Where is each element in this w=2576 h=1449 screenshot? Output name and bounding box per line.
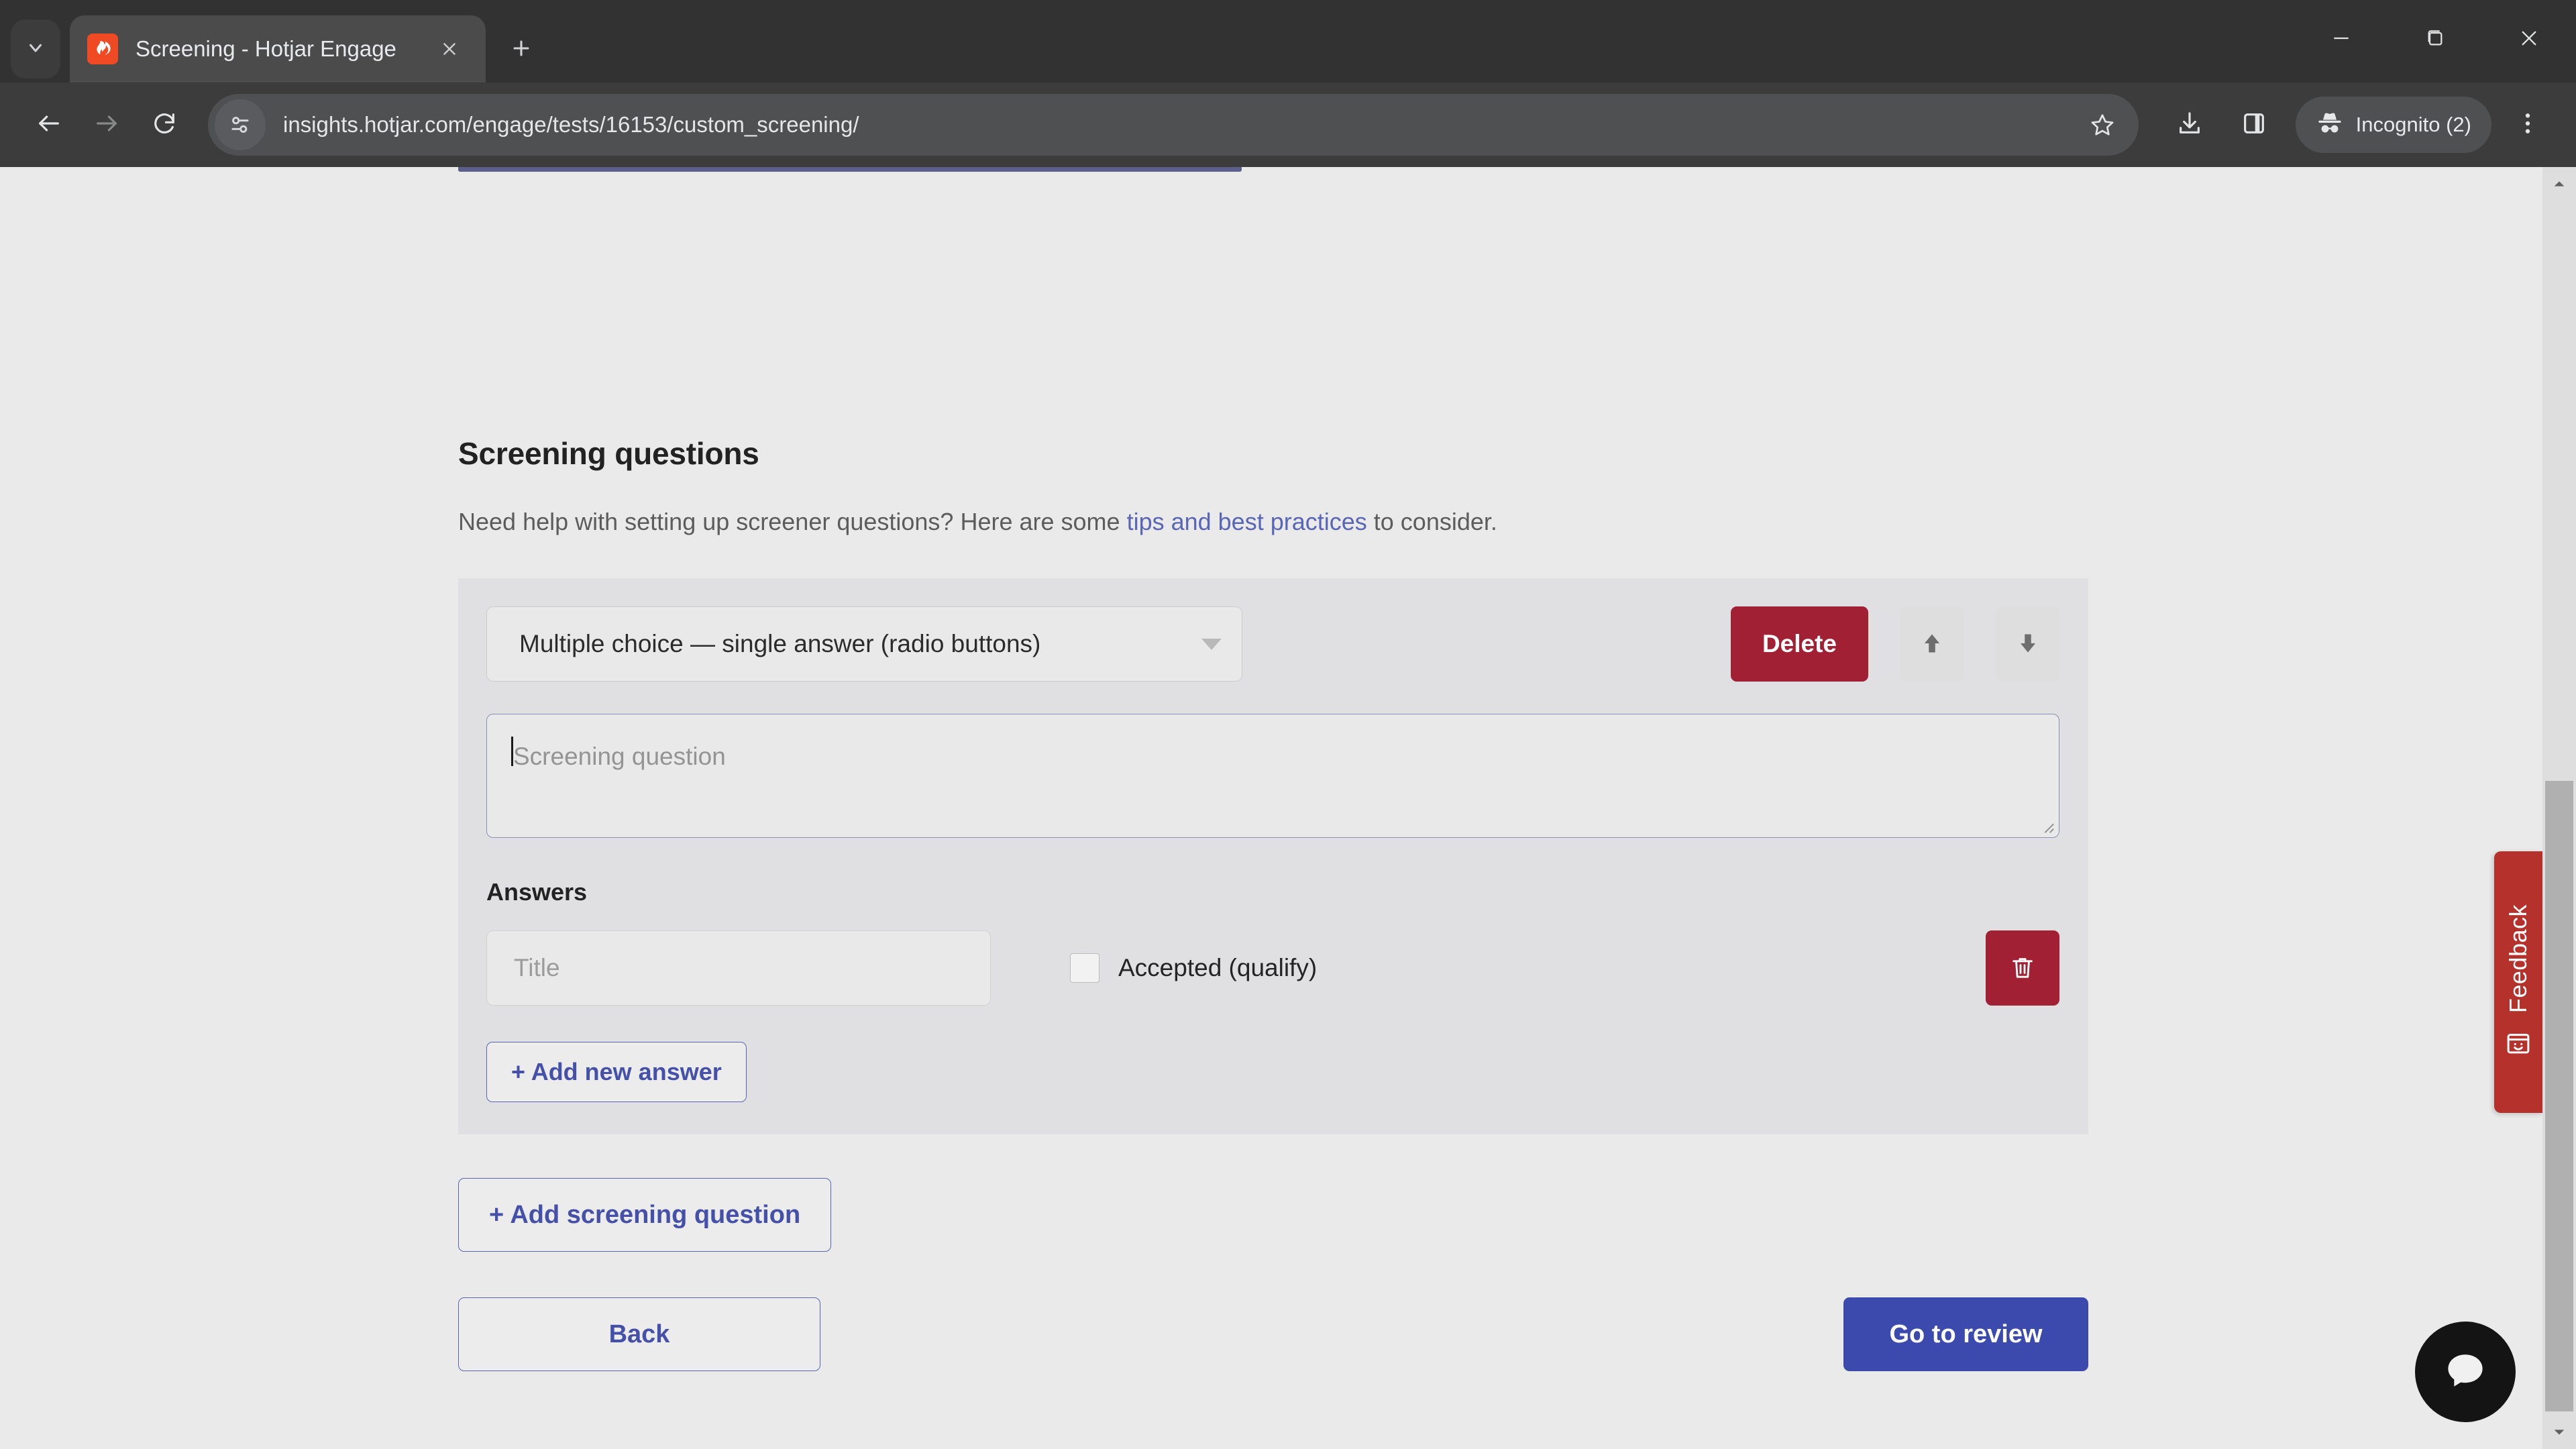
trash-icon [2009,954,2036,983]
tab-strip: Screening - Hotjar Engage [0,0,2576,83]
arrow-right-icon [93,110,120,140]
scroll-down-arrow-icon[interactable] [2542,1415,2576,1449]
delete-question-button[interactable]: Delete [1730,606,1868,682]
help-text-after: to consider. [1366,508,1497,535]
answer-title-input[interactable] [486,930,991,1006]
move-question-up-button[interactable] [1900,606,1964,682]
delete-answer-button[interactable] [1986,930,2059,1006]
back-button[interactable] [20,96,78,154]
window-close-icon [2518,28,2540,52]
accepted-qualify-checkbox[interactable] [1070,953,1099,983]
screening-question-textarea[interactable]: Screening question [486,714,2059,839]
add-screening-question-button[interactable]: + Add screening question [458,1178,832,1252]
chat-widget-button[interactable] [2415,1322,2516,1422]
add-new-answer-button[interactable]: + Add new answer [486,1042,747,1103]
browser-tab[interactable]: Screening - Hotjar Engage [70,15,486,83]
tab-search-button[interactable] [11,19,60,78]
arrow-down-icon [2015,631,2041,658]
help-text-before: Need help with setting up screener quest… [458,508,1127,535]
question-card-header: Multiple choice — single answer (radio b… [486,606,2060,682]
browser-toolbar: insights.hotjar.com/engage/tests/16153/c… [0,83,2576,167]
question-card-actions: Delete [1730,606,2060,682]
accepted-qualify-group: Accepted (qualify) [1070,953,1317,983]
close-icon[interactable] [431,30,468,68]
window-close-button[interactable] [2482,0,2576,79]
chrome-menu-button[interactable] [2500,97,2556,153]
feedback-tab[interactable]: Feedback [2494,851,2542,1113]
screening-form: Screening questions Need help with setti… [458,167,2088,1372]
page-scrollbar[interactable] [2542,167,2576,1449]
scroll-up-arrow-icon[interactable] [2542,167,2576,201]
plus-icon [510,37,533,63]
question-type-value: Multiple choice — single answer (radio b… [519,630,1041,658]
chat-bubble-icon [2440,1346,2490,1399]
screening-question-card: Multiple choice — single answer (radio b… [458,578,2088,1135]
downloads-button[interactable] [2161,97,2218,153]
new-tab-button[interactable] [498,26,545,73]
hotjar-flame-icon [87,34,118,64]
side-panel-icon [2241,110,2267,140]
browser-chrome: Screening - Hotjar Engage insights.hotja… [0,0,2576,167]
caret-down-icon [1201,638,1222,650]
scrollbar-thumb[interactable] [2545,781,2573,1411]
address-bar[interactable]: insights.hotjar.com/engage/tests/16153/c… [208,94,2139,156]
chevron-down-icon [25,38,46,61]
tab-title: Screening - Hotjar Engage [136,36,396,61]
incognito-label: Incognito (2) [2355,113,2471,136]
arrow-left-icon [36,110,62,140]
star-icon[interactable] [2077,99,2128,150]
side-panel-button[interactable] [2226,97,2282,153]
reload-button[interactable] [136,96,193,154]
page-title: Screening questions [458,436,759,471]
tips-and-best-practices-link[interactable]: tips and best practices [1127,508,1367,535]
address-bar-url: insights.hotjar.com/engage/tests/16153/c… [283,112,859,137]
minimize-icon [2330,28,2352,52]
page-content: Screening questions Need help with setti… [0,167,2542,1449]
accepted-qualify-label: Accepted (qualify) [1118,954,1318,982]
move-question-down-button[interactable] [1996,606,2060,682]
screening-question-placeholder: Screening question [513,742,726,770]
question-type-select[interactable]: Multiple choice — single answer (radio b… [486,606,1242,682]
go-to-review-button[interactable]: Go to review [1843,1297,2088,1372]
feedback-label: Feedback [2504,904,2532,1014]
incognito-indicator[interactable]: Incognito (2) [2295,97,2491,153]
forward-button[interactable] [78,96,136,154]
answers-label: Answers [486,878,588,906]
back-button[interactable]: Back [458,1297,820,1372]
reload-icon [151,110,178,140]
minimize-button[interactable] [2294,0,2388,79]
maximize-restore-icon [2424,28,2446,52]
arrow-up-icon [1919,631,1945,658]
form-navigation: Back Go to review [458,1297,2088,1372]
smiley-feedback-icon [2504,1028,2532,1060]
window-controls [2294,0,2576,79]
page-info-icon[interactable] [215,99,266,150]
incognito-hat-icon [2316,109,2344,141]
answer-row: Accepted (qualify) [486,930,2059,1006]
maximize-button[interactable] [2388,0,2482,79]
three-dot-menu-icon [2514,110,2541,140]
help-text: Need help with setting up screener quest… [458,507,2088,536]
download-icon [2176,110,2203,140]
page-viewport: Screening questions Need help with setti… [0,167,2576,1449]
resize-handle-icon[interactable] [2040,819,2055,834]
